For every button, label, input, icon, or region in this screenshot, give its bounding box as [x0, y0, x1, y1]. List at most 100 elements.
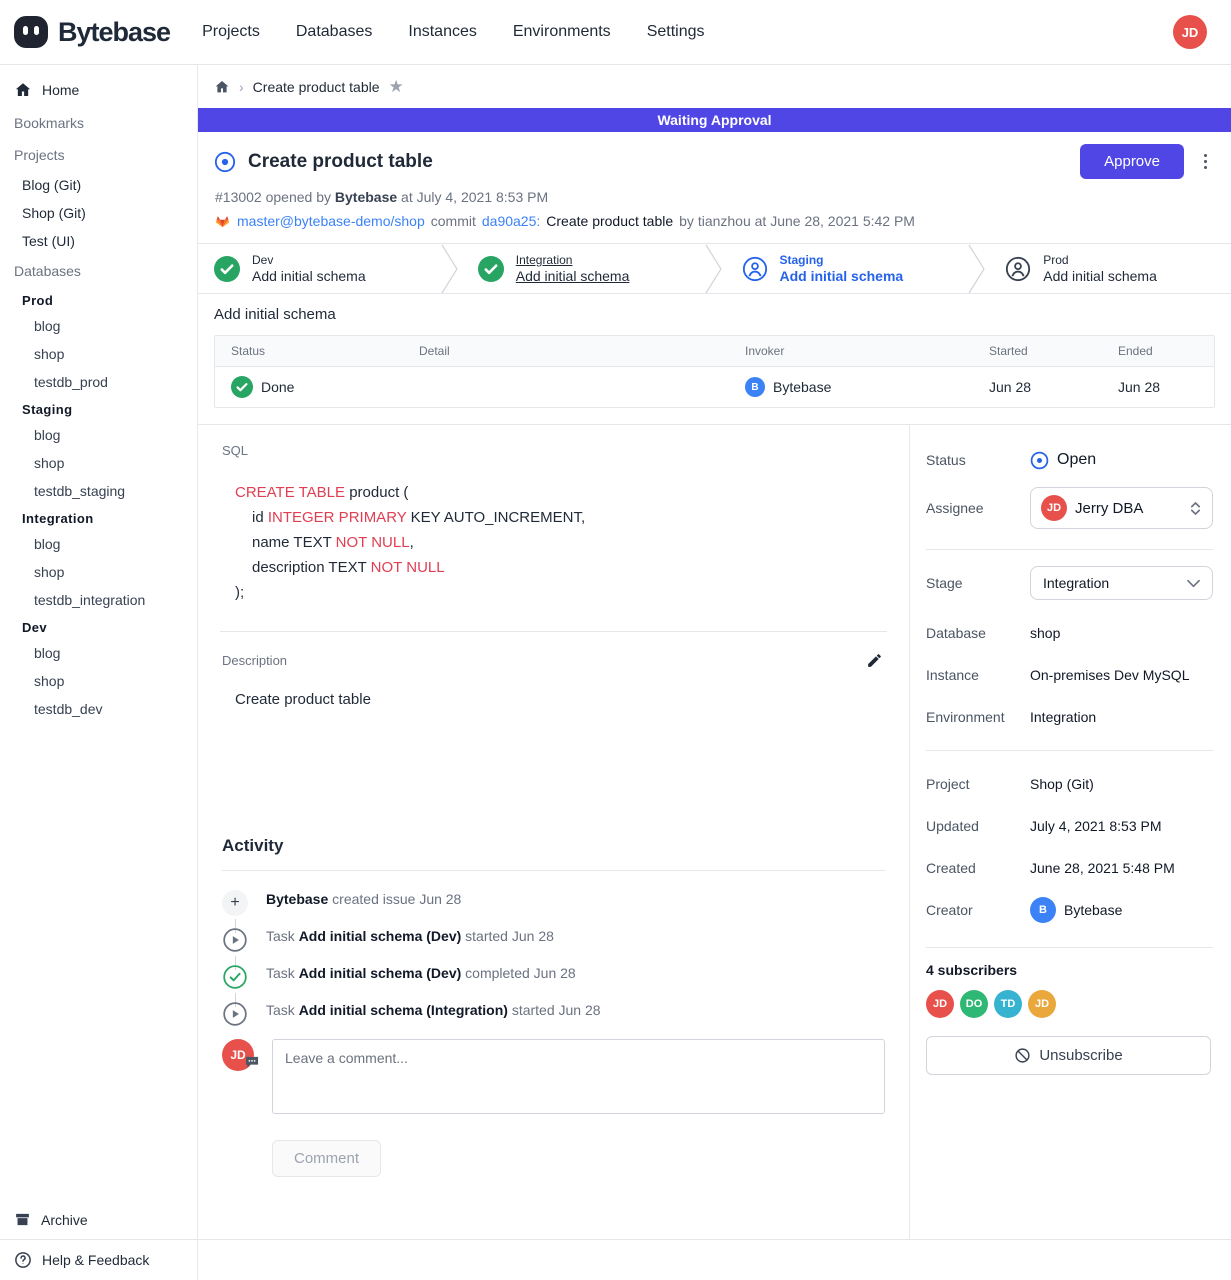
sidebar-help-label: Help & Feedback: [42, 1252, 149, 1268]
pipeline-stage-staging[interactable]: Staging Add initial schema: [726, 244, 968, 293]
issue-detail-column: SQL CREATE TABLE product (id INTEGER PRI…: [198, 425, 910, 1239]
pipeline-stage-integration[interactable]: Integration Add initial schema: [462, 244, 704, 293]
sidebar-env-integration[interactable]: Integration: [0, 505, 197, 530]
chevron-down-icon: [1187, 579, 1200, 588]
status-open-icon: [1030, 451, 1049, 470]
sidebar-env-staging[interactable]: Staging: [0, 396, 197, 421]
bookmark-star-icon[interactable]: ★: [389, 78, 404, 95]
status-label: Status: [926, 452, 1030, 468]
task-col-detail: Detail: [403, 344, 729, 358]
sql-line: );: [235, 580, 885, 605]
stage-select[interactable]: Integration: [1030, 566, 1213, 600]
task-table-header: StatusDetailInvokerStartedEnded: [215, 336, 1214, 367]
sidebar-db-item[interactable]: blog: [0, 530, 197, 558]
created-issue-plus-icon: +: [222, 890, 248, 916]
sidebar-db-item[interactable]: shop: [0, 449, 197, 477]
subscriber-avatar[interactable]: JD: [926, 990, 954, 1018]
invoker-avatar: B: [745, 377, 765, 397]
sidebar-item-home[interactable]: Home: [0, 73, 197, 107]
bytebase-logo[interactable]: Bytebase: [12, 13, 170, 51]
task-table-row[interactable]: Done B Bytebase Jun 28 Jun 28: [215, 367, 1214, 407]
sidebar: Home Bookmarks Projects Blog (Git)Shop (…: [0, 65, 198, 1280]
gitlab-icon: [214, 213, 231, 229]
nav-item-settings[interactable]: Settings: [647, 23, 705, 41]
created-value: June 28, 2021 5:48 PM: [1030, 860, 1175, 876]
issue-header: Create product table Approve #13002 open…: [198, 132, 1231, 243]
activity-item: Task Add initial schema (Dev) started Ju…: [222, 918, 885, 955]
subscriber-avatar[interactable]: JD: [1028, 990, 1056, 1018]
sql-line: id INTEGER PRIMARY KEY AUTO_INCREMENT,: [235, 505, 885, 530]
database-value: shop: [1030, 625, 1060, 641]
sidebar-db-item[interactable]: testdb_staging: [0, 477, 197, 505]
unsubscribe-button[interactable]: Unsubscribe: [926, 1036, 1211, 1075]
home-icon: [14, 81, 32, 99]
description-label: Description: [222, 653, 287, 668]
task-started-cell: Jun 28: [973, 379, 1102, 395]
sidebar-db-item[interactable]: blog: [0, 421, 197, 449]
sidebar-item-archive[interactable]: Archive: [0, 1200, 197, 1239]
subscribers-count: 4 subscribers: [926, 962, 1213, 978]
sidebar-db-item[interactable]: shop: [0, 558, 197, 586]
assignee-select[interactable]: JD Jerry DBA: [1030, 487, 1213, 529]
stage-pending-approval-icon: [742, 256, 768, 282]
sidebar-section-projects[interactable]: Projects: [0, 139, 197, 171]
edit-description-pencil-icon[interactable]: [864, 650, 885, 671]
sidebar-db-item[interactable]: blog: [0, 312, 197, 340]
sidebar-section-databases[interactable]: Databases: [0, 255, 197, 287]
task-invoker-cell: B Bytebase: [729, 377, 973, 397]
sidebar-project-item[interactable]: Blog (Git): [0, 171, 197, 199]
stage-value: Integration: [1043, 575, 1179, 591]
sidebar-db-item[interactable]: shop: [0, 667, 197, 695]
approve-button[interactable]: Approve: [1080, 144, 1184, 179]
user-avatar[interactable]: JD: [1173, 15, 1207, 49]
waiting-approval-banner: Waiting Approval: [198, 108, 1231, 132]
sidebar-project-item[interactable]: Shop (Git): [0, 199, 197, 227]
activity-timeline: + Bytebase created issue Jun 28 Task Add…: [222, 881, 885, 1029]
sidebar-env-dev[interactable]: Dev: [0, 614, 197, 639]
help-icon: [14, 1251, 32, 1269]
issue-meta-panel: Status Open Assignee JD Jerry DBA: [910, 425, 1231, 1239]
pipeline-stage-prod[interactable]: Prod Add initial schema: [989, 244, 1231, 293]
description-content: Create product table: [235, 691, 885, 708]
sidebar-project-item[interactable]: Test (UI): [0, 227, 197, 255]
comment-button[interactable]: Comment: [272, 1140, 381, 1177]
task-col-status: Status: [215, 344, 403, 358]
updated-label: Updated: [926, 818, 1030, 834]
nav-item-databases[interactable]: Databases: [296, 23, 373, 41]
database-label: Database: [926, 625, 1030, 641]
assignee-value: Jerry DBA: [1075, 500, 1181, 517]
sidebar-item-help-feedback[interactable]: Help & Feedback: [0, 1239, 197, 1280]
breadcrumb-separator: ›: [239, 79, 244, 95]
stage-chevron-separator: [704, 244, 726, 294]
nav-item-environments[interactable]: Environments: [513, 23, 611, 41]
commit-branch-link[interactable]: master@bytebase-demo/shop: [237, 213, 425, 229]
archive-icon: [14, 1211, 31, 1228]
sidebar-db-item[interactable]: testdb_prod: [0, 368, 197, 396]
nav-item-instances[interactable]: Instances: [408, 23, 476, 41]
sidebar-db-item[interactable]: testdb_dev: [0, 695, 197, 723]
brand-name: Bytebase: [58, 17, 170, 48]
sidebar-db-item[interactable]: testdb_integration: [0, 586, 197, 614]
activity-item: + Bytebase created issue Jun 28: [222, 881, 885, 918]
instance-label: Instance: [926, 667, 1030, 683]
breadcrumb-home-icon[interactable]: [214, 79, 230, 95]
task-started-play-icon: [222, 927, 248, 953]
commit-hash-link[interactable]: da90a25:: [482, 213, 540, 229]
commit-line: master@bytebase-demo/shop commit da90a25…: [214, 213, 1215, 229]
sql-code-block: CREATE TABLE product (id INTEGER PRIMARY…: [235, 480, 885, 605]
subscriber-avatar[interactable]: TD: [994, 990, 1022, 1018]
pipeline-stage-dev[interactable]: Dev Add initial schema: [198, 244, 440, 293]
comment-input[interactable]: [272, 1039, 885, 1114]
task-col-invoker: Invoker: [729, 344, 973, 358]
sidebar-db-item[interactable]: blog: [0, 639, 197, 667]
project-value[interactable]: Shop (Git): [1030, 776, 1094, 792]
sidebar-env-prod[interactable]: Prod: [0, 287, 197, 312]
sidebar-item-bookmarks[interactable]: Bookmarks: [0, 107, 197, 139]
breadcrumb-current: Create product table: [253, 79, 380, 95]
up-down-chevron-icon: [1189, 501, 1202, 516]
subscriber-avatar[interactable]: DO: [960, 990, 988, 1018]
sql-label: SQL: [222, 443, 885, 458]
sidebar-db-item[interactable]: shop: [0, 340, 197, 368]
issue-menu-kebab-icon[interactable]: [1196, 148, 1215, 175]
nav-item-projects[interactable]: Projects: [202, 23, 260, 41]
